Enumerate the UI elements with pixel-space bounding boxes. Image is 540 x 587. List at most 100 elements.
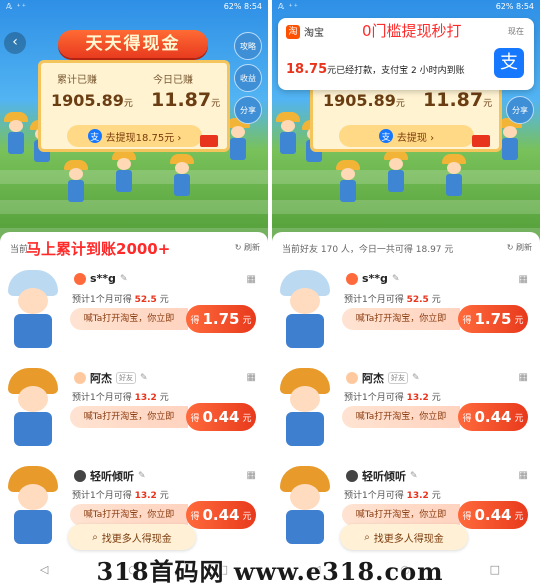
today-earned-number: 11.87 [423,89,484,111]
friend-row: s**g ✎ ▦ 预计1个月可得 52.5 元 喊Ta打开淘宝，你立即 得 1.75… [0,264,268,362]
notification-text: 元已经打款，支付宝 2 小时内到账 [327,66,465,76]
emoji-icon [74,470,86,482]
friend-name: 阿杰 好友 ✎ [346,370,420,386]
friend-name: 轻听倾听 ✎ [74,468,146,484]
friend-estimate: 预计1个月可得 13.2 元 [72,393,169,403]
calendar-icon[interactable]: ▦ [519,372,528,383]
total-earned-value: 1905.89元 [51,91,133,110]
edit-icon[interactable]: ✎ [140,373,148,383]
status-bar: 𝔸 ⁺⁺ 62% 8:54 [272,0,540,12]
refresh-label: 刷新 [516,243,532,252]
edit-icon[interactable]: ✎ [412,373,420,383]
friend-estimate: 预计1个月可得 13.2 元 [344,393,441,403]
status-bar: 𝔸 ⁺⁺ 62% 8:54 [0,0,268,12]
get-reward-button[interactable]: 得 0.44 元 [458,403,528,431]
page-title: 天天得现金 [58,30,208,58]
notification-message: 18.75元已经打款，支付宝 2 小时内到账 [286,62,465,77]
find-more-button[interactable]: ⌕ 找更多人得现金 [68,524,196,550]
remind-friend-label[interactable]: 喊Ta打开淘宝，你立即 [70,504,188,526]
refresh-label: 刷新 [244,243,260,252]
earnings-button[interactable]: 收益 [234,64,262,92]
friend-estimate: 预计1个月可得 52.5 元 [344,295,441,305]
notification-headline: 0门槛提现秒打 [362,22,462,40]
site-watermark: 318首码网 www.e318.com [96,557,444,586]
taobao-icon: 淘 [286,24,300,39]
farmer-figure [64,160,88,202]
calendar-icon[interactable]: ▦ [247,372,256,383]
search-icon: ⌕ [364,531,370,543]
get-reward-button[interactable]: 得 0.44 元 [186,501,256,529]
friend-estimate: 预计1个月可得 52.5 元 [72,295,169,305]
remind-friend-label[interactable]: 喊Ta打开淘宝，你立即 [70,308,188,330]
total-earned-number: 1905.89 [51,91,124,110]
alipay-icon: 支 [87,129,102,143]
today-earned-value: 11.87元 [423,89,492,111]
edit-icon[interactable]: ✎ [120,274,128,284]
signal-icon: 𝔸 ⁺⁺ [6,1,27,11]
alipay-icon: 支 [494,48,524,78]
edit-icon[interactable]: ✎ [392,274,400,284]
withdraw-label: 去提现 › [396,132,435,144]
share-button[interactable]: 分享 [234,96,262,124]
get-reward-button[interactable]: 得 1.75 元 [458,305,528,333]
avatar [8,368,60,446]
edit-icon[interactable]: ✎ [410,471,418,481]
get-reward-button[interactable]: 得 0.44 元 [186,403,256,431]
today-earned-number: 11.87 [151,89,212,111]
friend-name-text: 轻听倾听 [362,470,406,483]
share-button[interactable]: 分享 [506,96,534,124]
notification-amount: 18.75 [286,62,328,77]
friend-name: 轻听倾听 ✎ [346,468,418,484]
avatar [8,270,60,348]
alipay-icon: 支 [378,129,393,143]
friend-name-text: s**g [90,272,116,285]
friend-name-text: 阿杰 [90,372,112,385]
friend-row: 阿杰 好友 ✎ ▦ 预计1个月可得 13.2 元 喊Ta打开淘宝，你立即 得 0.44… [0,362,268,460]
total-earned-value: 1905.89元 [323,91,405,110]
farmer-figure [336,160,360,202]
red-envelope-icon [472,135,490,147]
remind-friend-label[interactable]: 喊Ta打开淘宝，你立即 [342,406,460,428]
payment-notification[interactable]: 淘 淘宝 0门槛提现秒打 现在 18.75元已经打款，支付宝 2 小时内到账 支 [278,18,534,90]
withdraw-button[interactable]: 支 去提现 › [339,125,474,147]
remind-friend-label[interactable]: 喊Ta打开淘宝，你立即 [70,406,188,428]
farmer-figure [4,112,28,154]
withdraw-button[interactable]: 支 去提现18.75元 › [67,125,202,147]
notification-app-name: 淘宝 [304,28,324,39]
withdraw-label: 去提现18.75元 › [105,132,182,144]
today-earned-value: 11.87元 [151,89,220,111]
calendar-icon[interactable]: ▦ [247,470,256,481]
emoji-icon [74,372,86,384]
remind-friend-label[interactable]: 喊Ta打开淘宝，你立即 [342,308,460,330]
today-earned-unit: 元 [483,99,493,109]
friends-summary-text: 当前好友 170 人，今日一共可得 18.97 元 [282,245,454,255]
friend-tag: 好友 [388,372,408,384]
get-reward-button[interactable]: 得 0.44 元 [458,501,528,529]
calendar-icon[interactable]: ▦ [519,274,528,285]
red-envelope-icon [200,135,218,147]
farmer-figure [384,150,408,192]
battery-label: 62% [223,1,242,11]
friend-name-text: 阿杰 [362,372,384,385]
search-icon: ⌕ [92,531,98,543]
get-reward-button[interactable]: 得 1.75 元 [186,305,256,333]
total-earned-label: 累计已赚 [57,75,97,86]
refresh-button[interactable]: ↻ 刷新 [235,242,260,253]
calendar-icon[interactable]: ▦ [247,274,256,285]
right-screen: 𝔸 ⁺⁺ 62% 8:54 淘 淘宝 0门槛提现秒打 现在 18.75元已经打款… [272,0,540,580]
find-more-button[interactable]: ⌕ 找更多人得现金 [340,524,468,550]
friend-name: s**g ✎ [346,272,399,285]
friend-row: 阿杰 好友 ✎ ▦ 预计1个月可得 13.2 元 喊Ta打开淘宝，你立即 得 0.44… [272,362,540,460]
emoji-icon [346,372,358,384]
calendar-icon[interactable]: ▦ [519,470,528,481]
back-button[interactable]: ‹ [4,32,26,54]
find-more-label: 找更多人得现金 [101,533,172,545]
strategy-button[interactable]: 攻略 [234,32,262,60]
friend-name: 阿杰 好友 ✎ [74,370,148,386]
signal-icon: 𝔸 ⁺⁺ [278,1,299,11]
total-earned-unit: 元 [123,99,133,109]
refresh-button[interactable]: ↻ 刷新 [507,242,532,253]
friend-estimate: 预计1个月可得 13.2 元 [344,491,441,501]
remind-friend-label[interactable]: 喊Ta打开淘宝，你立即 [342,504,460,526]
edit-icon[interactable]: ✎ [138,471,146,481]
